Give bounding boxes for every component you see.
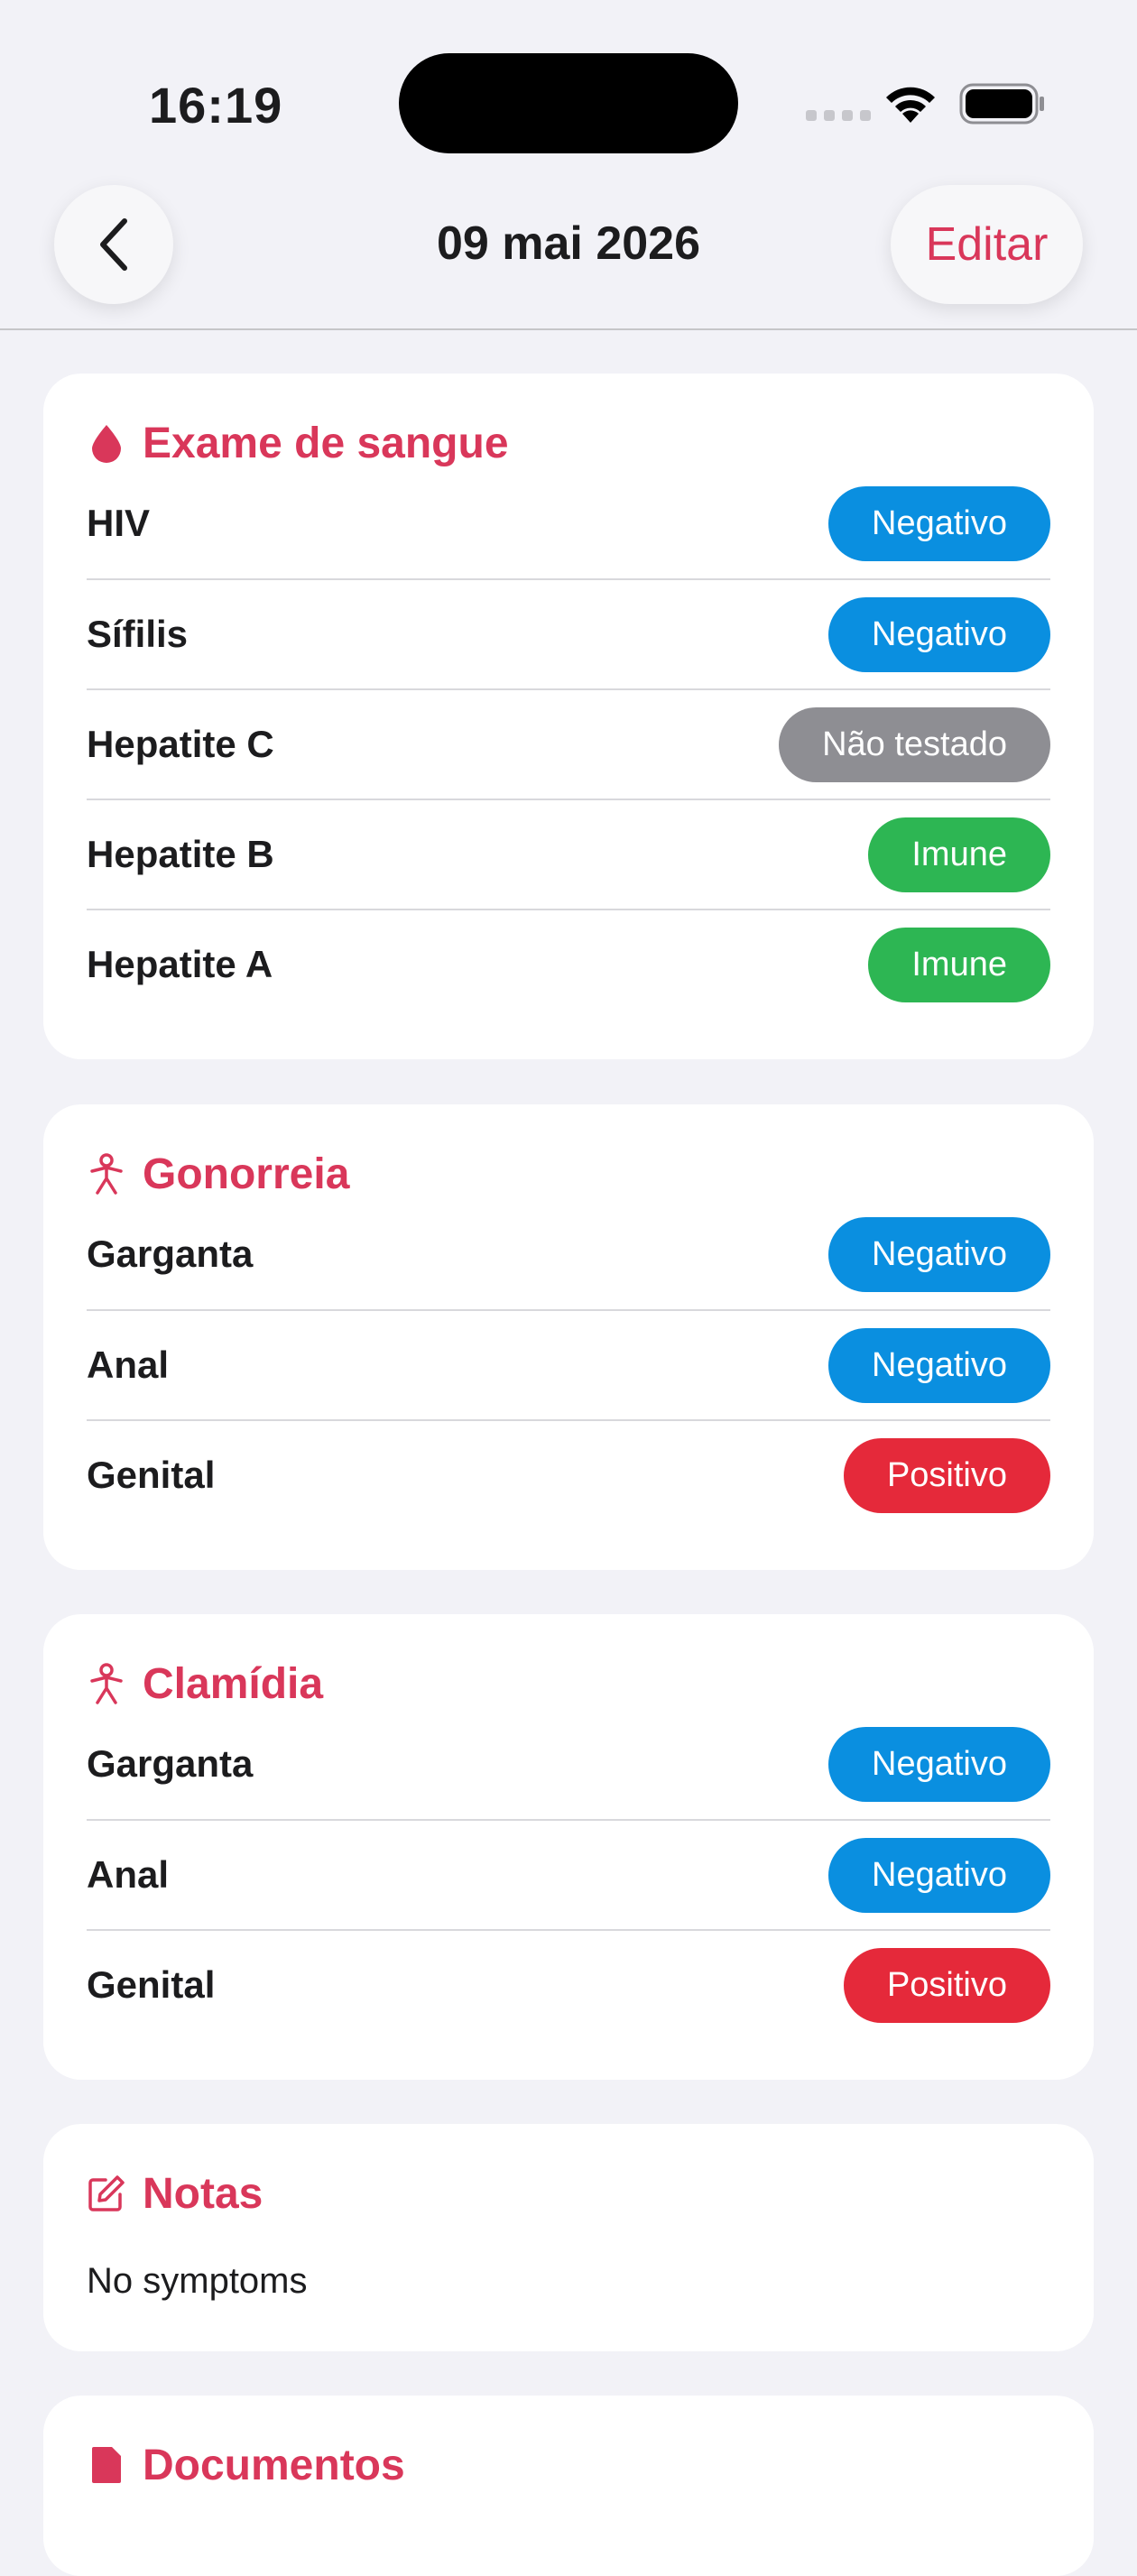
person-icon <box>87 1663 126 1704</box>
result-row: Hepatite C Não testado <box>87 688 1050 799</box>
section-header: Clamídia <box>87 1652 323 1715</box>
test-label: Anal <box>87 1343 170 1386</box>
test-label: Garganta <box>87 1742 254 1785</box>
test-label: Sífilis <box>87 613 189 655</box>
result-row: Sífilis Negativo <box>87 578 1050 688</box>
test-label: Hepatite C <box>87 723 274 765</box>
status-badge: Negativo <box>828 1327 1050 1403</box>
navigation-bar: 09 mai 2026 Editar <box>0 180 1137 330</box>
document-icon <box>87 2445 126 2485</box>
dynamic-island <box>399 53 738 153</box>
result-list: HIV Negativo Sífilis Negativo Hepatite C Não … <box>87 468 1050 1019</box>
section-card-gonorrhea: Gonorreia Garganta Negativo Anal Negativo Ge… <box>43 1104 1094 1570</box>
page-title: 09 mai 2026 <box>436 217 701 270</box>
status-bar: 16:19 <box>0 0 1137 180</box>
documents-header: Documentos <box>87 2433 405 2497</box>
edit-button[interactable]: Editar <box>891 185 1083 304</box>
blood-drop-icon <box>87 423 126 463</box>
section-header: Exame de sangue <box>87 411 509 475</box>
result-list: Garganta Negativo Anal Negativo Genital Posit… <box>87 1199 1050 1529</box>
status-badge: Imune <box>868 927 1050 1002</box>
section-title: Clamídia <box>143 1659 324 1708</box>
result-row: Hepatite B Imune <box>87 799 1050 909</box>
test-label: Genital <box>87 1454 216 1496</box>
result-row: Anal Negativo <box>87 1819 1050 1929</box>
status-badge: Negativo <box>828 1726 1050 1802</box>
result-row: Genital Positivo <box>87 1929 1050 2039</box>
documents-title: Documentos <box>143 2441 405 2489</box>
battery-icon <box>959 83 1044 125</box>
chevron-left-icon <box>100 218 127 271</box>
test-label: HIV <box>87 502 151 544</box>
section-title: Exame de sangue <box>143 419 509 467</box>
result-row: Garganta Negativo <box>87 1709 1050 1819</box>
result-row: HIV Negativo <box>87 468 1050 578</box>
test-label: Garganta <box>87 1233 254 1275</box>
person-icon <box>87 1153 126 1195</box>
notes-card: Notas No symptoms <box>43 2124 1094 2351</box>
notes-title: Notas <box>143 2169 263 2218</box>
status-badge: Positivo <box>843 1437 1050 1513</box>
result-row: Garganta Negativo <box>87 1199 1050 1309</box>
section-card-blood-test: Exame de sangue HIV Negativo Sífilis Negati… <box>43 374 1094 1059</box>
status-badge: Negativo <box>828 1837 1050 1913</box>
result-row: Anal Negativo <box>87 1309 1050 1419</box>
test-label: Hepatite B <box>87 833 274 875</box>
status-badge: Negativo <box>828 1216 1050 1292</box>
test-label: Genital <box>87 1963 216 2006</box>
status-badge: Negativo <box>828 485 1050 561</box>
documents-card: Documentos <box>43 2396 1094 2576</box>
wifi-icon <box>886 87 935 123</box>
test-label: Anal <box>87 1853 170 1896</box>
status-badge: Negativo <box>828 596 1050 672</box>
cellular-signal-icon <box>806 110 871 121</box>
test-label: Hepatite A <box>87 943 273 985</box>
edit-note-icon <box>87 2174 126 2213</box>
result-list: Garganta Negativo Anal Negativo Genital Posit… <box>87 1709 1050 2039</box>
section-title: Gonorreia <box>143 1150 350 1198</box>
section-card-chlamydia: Clamídia Garganta Negativo Anal Negativo Gen… <box>43 1614 1094 2080</box>
status-badge: Imune <box>868 817 1050 892</box>
result-row: Hepatite A Imune <box>87 909 1050 1019</box>
notes-header: Notas <box>87 2162 263 2225</box>
status-time: 16:19 <box>149 77 283 134</box>
status-badge: Não testado <box>779 706 1050 782</box>
notes-text: No symptoms <box>87 2261 308 2301</box>
back-button[interactable] <box>54 185 173 304</box>
section-header: Gonorreia <box>87 1142 349 1205</box>
result-row: Genital Positivo <box>87 1419 1050 1529</box>
status-badge: Positivo <box>843 1947 1050 2023</box>
